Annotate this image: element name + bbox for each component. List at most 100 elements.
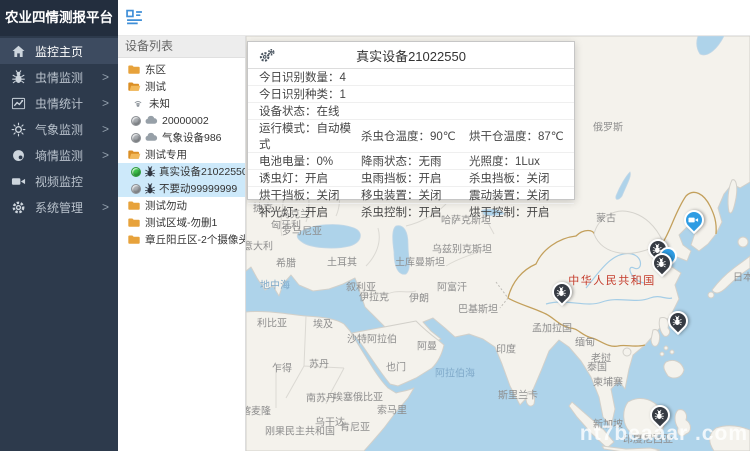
layout-list-icon[interactable] [126,9,143,26]
map-country-label: 孟加拉国 [532,320,572,335]
field-kill-control: 杀虫控制：开启 [361,204,469,220]
sidebar-item-video-monitor[interactable]: 视频监控 [0,168,118,194]
signal-icon [131,97,145,110]
tree-label: 测试 [145,79,166,94]
map-country-label: 缅甸 [575,334,595,349]
map-country-label: 肯尼亚 [340,419,370,434]
field-shake-device: 震动装置：关闭 [469,187,574,203]
sidebar-item-system-admin[interactable]: 系统管理 > [0,194,118,220]
sidebar-item-soil-monitor[interactable]: 墒情监测 > [0,142,118,168]
sidebar-item-insect-monitor[interactable]: 虫情监测 > [0,64,118,90]
map-sea-label: 地中海 [260,277,290,292]
map-country-label: 刚果民主共和国 [265,423,335,438]
map-country-label: 索马里 [377,402,407,417]
watermark: nt7beaaar .com [580,422,748,446]
tree-device-20000002[interactable]: 20000002 [118,112,245,129]
tree-folder-test[interactable]: 测试 [118,78,245,95]
chevron-right-icon: > [102,201,109,213]
sidebar-item-label: 气象监测 [35,121,83,138]
chevron-right-icon: > [102,149,109,161]
field-rain-baffle: 虫雨挡板：开启 [361,170,469,186]
popup-grid-row: 补光灯：开启 杀虫控制：开启 烘干控制：开启 [248,204,574,220]
cloud-icon [144,114,158,127]
insect-icon [656,258,667,269]
map-canvas[interactable]: 俄罗斯蒙古哈萨克斯坦捷克乌克兰匈牙利罗马尼亚意大利希腊土耳其土库曼斯坦乌兹别克斯… [246,36,750,451]
settings-gears-icon[interactable] [258,48,276,63]
sidebar-item-weather-monitor[interactable]: 气象监测 > [0,116,118,142]
tree-device-donttouch[interactable]: 不要动99999999 [118,180,245,197]
field-kill-temp: 杀虫仓温度：90℃ [361,128,469,144]
folder-open-icon [127,148,141,161]
tree-device-real-21022550[interactable]: 真实设备21022550 [118,163,245,180]
sidebar-item-label: 系统管理 [35,199,83,216]
status-dot-online [131,167,141,177]
map-country-label: 柬埔寨 [593,374,623,389]
folder-icon [127,63,141,76]
chevron-right-icon: > [102,97,109,109]
tree-folder-test-nomove[interactable]: 测试勿动 [118,197,245,214]
popup-body: 今日识别数量：4 今日识别种类：1 设备状态：在线 运行模式：自动模式 杀虫仓温… [248,69,574,220]
stat-today-species: 今日识别种类：1 [259,86,574,102]
device-panel: 设备列表 东区 测试 未知 20000002 气象设备986 测试 [118,36,246,451]
popup-grid-row: 运行模式：自动模式 杀虫仓温度：90℃ 烘干仓温度：87℃ [248,120,574,153]
insect-icon [11,70,26,85]
map-country-label: 巴基斯坦 [458,301,498,316]
map-country-label: 阿富汗 [437,279,467,294]
map-country-label: 沙特阿拉伯 [347,331,397,346]
tree-folder-test-region[interactable]: 测试区域-勿删1 [118,214,245,231]
sidebar-item-label: 监控主页 [35,43,83,60]
map-country-label: 中华人民共和国 [568,272,656,288]
sidebar-item-label: 虫情监测 [35,69,83,86]
tree-device-weather986[interactable]: 气象设备986 [118,129,245,146]
insect-icon [144,166,156,178]
map-country-label: 意大利 [246,238,273,253]
map-country-label: 印度 [496,341,516,356]
field-dry-control: 烘干控制：开启 [469,204,574,220]
field-rain-status: 降雨状态：无雨 [361,153,469,169]
map-country-label: 泰国 [587,359,607,374]
map-country-label: 南苏丹 [306,390,336,405]
globe-icon [11,148,26,163]
status-dot-offline [131,116,141,126]
device-tree: 东区 测试 未知 20000002 气象设备986 测试专用 [118,61,245,248]
popup-grid-row: 诱虫灯：开启 虫雨挡板：开启 杀虫挡板：关闭 [248,170,574,187]
stat-device-status: 设备状态：在线 [259,103,574,119]
map-country-label: 苏丹 [309,356,329,371]
map-sea-label: 阿拉伯海 [435,365,475,380]
map-country-label: 阿曼 [417,338,437,353]
sidebar-item-insect-stats[interactable]: 虫情统计 > [0,90,118,116]
topbar [118,0,750,36]
tree-label: 东区 [145,62,166,77]
tree-label: 测试区域-勿删1 [145,215,217,230]
sidebar-item-label: 墒情监测 [35,147,83,164]
popup-grid-row: 烘干挡板：关闭 移虫装置：关闭 震动装置：关闭 [248,187,574,204]
popup-grid-row: 电池电量：0% 降雨状态：无雨 光照度：1Lux [248,153,574,170]
sidebar-item-label: 视频监控 [35,173,83,190]
map-country-label: 伊拉克 [359,289,389,304]
tree-label: 气象设备986 [162,130,222,145]
map-country-label: 土耳其 [327,254,357,269]
cloud-icon [144,131,158,144]
tree-label: 真实设备21022550 [159,164,245,179]
tree-folder-zhangqiu[interactable]: 章丘阳丘区-2个摄像头 [118,231,245,248]
tree-label: 章丘阳丘区-2个摄像头 [145,232,245,247]
map-country-label: 乍得 [272,360,292,375]
field-run-mode: 运行模式：自动模式 [259,120,361,152]
chart-icon [11,96,26,111]
sidebar-item-monitor-home[interactable]: 监控主页 [0,38,118,64]
tree-folder-east[interactable]: 东区 [118,61,245,78]
chevron-right-icon: > [102,123,109,135]
tree-device-unknown[interactable]: 未知 [118,95,245,112]
tree-folder-test-special[interactable]: 测试专用 [118,146,245,163]
map-country-label: 伊朗 [409,290,429,305]
popup-stat-row: 今日识别种类：1 [248,86,574,103]
map-country-label: 斯里兰卡 [498,387,538,402]
map-country-label: 也门 [386,359,406,374]
map-country-label: 乌兹别克斯坦 [432,241,492,256]
insect-icon [556,287,567,298]
device-panel-title: 设备列表 [118,36,245,58]
insect-icon [144,183,156,195]
folder-icon [127,216,141,229]
gear-icon [11,200,26,215]
field-light-lux: 光照度：1Lux [469,153,574,169]
